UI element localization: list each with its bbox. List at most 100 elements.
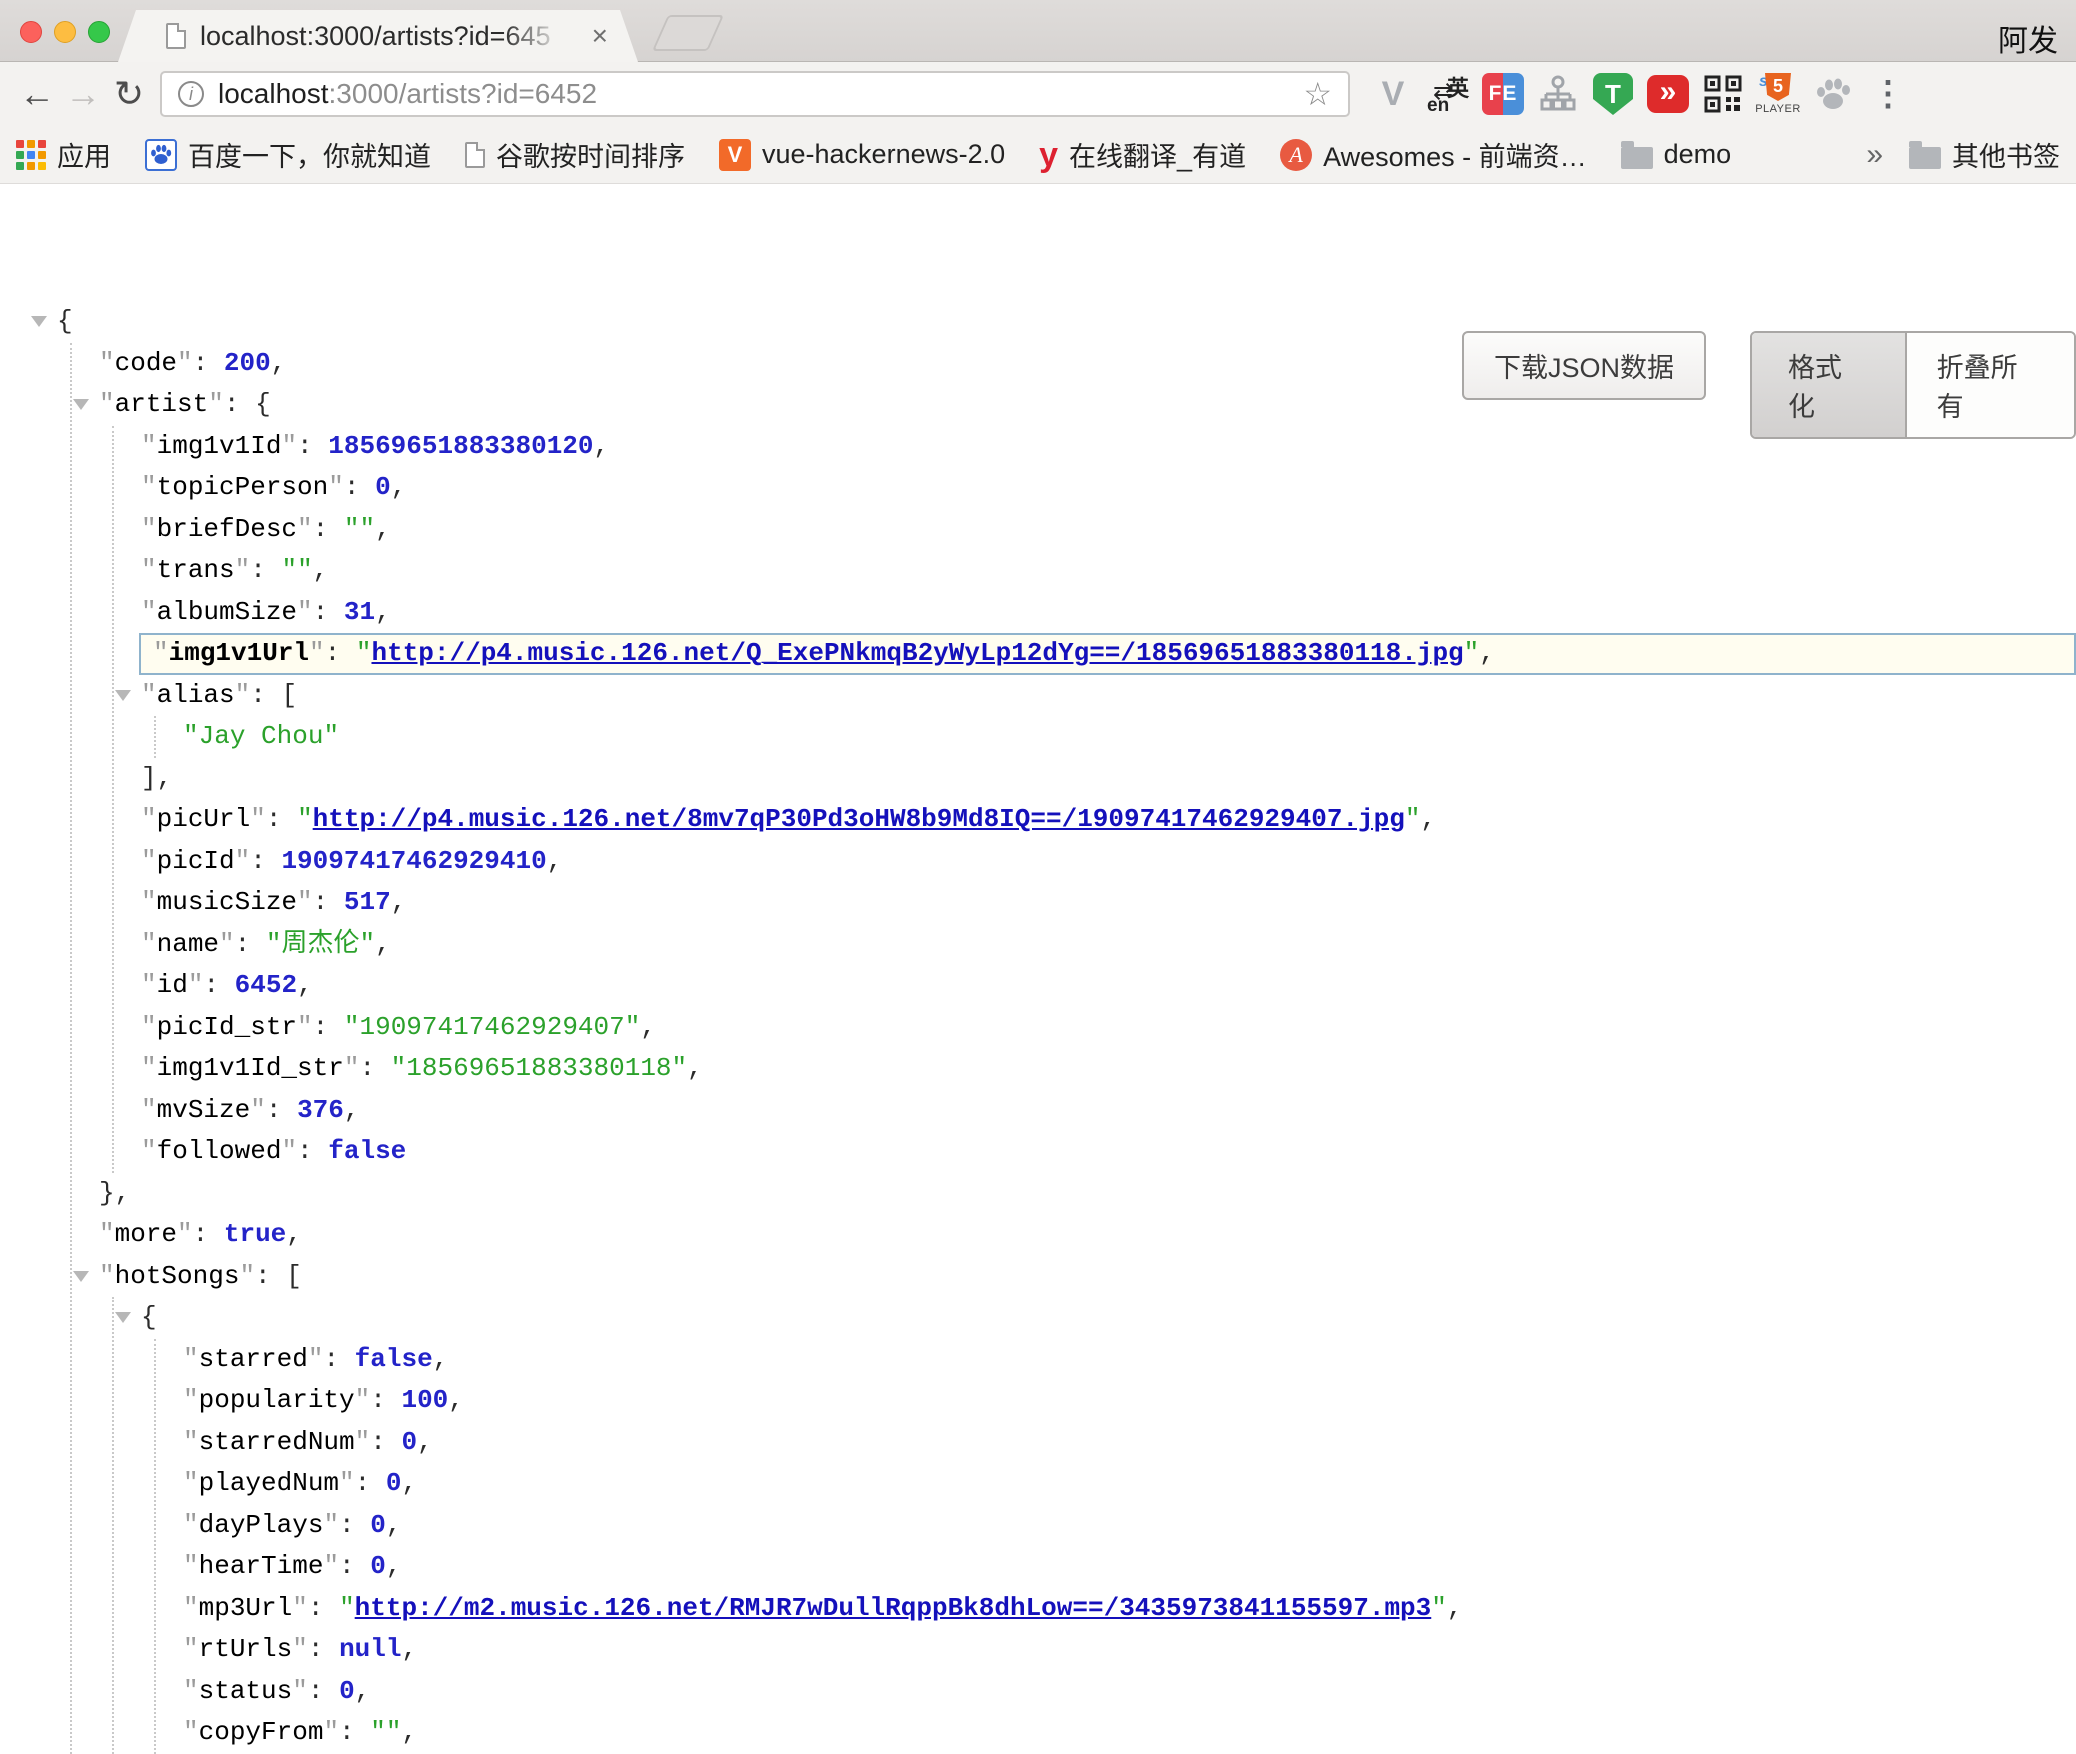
apps-grid-icon — [16, 140, 46, 170]
json-quote: " — [1405, 804, 1421, 834]
json-quote: " — [266, 929, 282, 959]
forward-button[interactable]: → — [60, 73, 106, 115]
collapse-toggle-icon[interactable] — [31, 316, 47, 327]
json-quote: " — [183, 721, 199, 751]
json-quote: " — [141, 929, 157, 959]
json-value-num: 18569651883380120 — [328, 431, 593, 461]
html5-player-icon[interactable]: s 5 PLAYER — [1755, 71, 1801, 117]
json-quote: " — [281, 1136, 297, 1166]
video-play-icon[interactable]: » — [1645, 71, 1691, 117]
json-quote: " — [141, 1136, 157, 1166]
bookmark-demo-folder[interactable]: demo — [1621, 139, 1732, 170]
new-tab-button[interactable] — [652, 15, 724, 51]
page-document-icon — [166, 23, 186, 49]
extension-icons: V 英 en ⇄ FE T » — [1370, 71, 1911, 117]
tab-close-icon[interactable]: × — [592, 22, 608, 50]
json-value-link[interactable]: http://m2.music.126.net/RMJR7wDullRqppBk… — [355, 1593, 1432, 1623]
json-value-link[interactable]: http://p4.music.126.net/8mv7qP30Pd3oHW8b… — [313, 804, 1405, 834]
json-value-num: 0 — [339, 1676, 355, 1706]
back-button[interactable]: ← — [14, 73, 60, 115]
url-text[interactable]: localhost:3000/artists?id=6452 — [218, 78, 597, 110]
json-colon: : — [250, 680, 281, 710]
bookmark-label: 百度一下，你就知道 — [188, 135, 431, 174]
bookmark-awesomes[interactable]: A Awesomes - 前端资… — [1280, 135, 1587, 174]
json-colon: : — [193, 1219, 224, 1249]
bookmarks-overflow-chevron[interactable]: » — [1866, 138, 1883, 172]
json-quote: " — [183, 1427, 199, 1457]
json-quote: " — [355, 1385, 371, 1415]
json-quote: " — [141, 680, 157, 710]
bookmark-youdao-translate[interactable]: y 在线翻译_有道 — [1039, 135, 1246, 174]
json-quote: " — [153, 638, 169, 668]
json-line: "trans": "", — [0, 550, 2076, 592]
vue-devtools-icon[interactable]: V — [1370, 71, 1416, 117]
address-bar[interactable]: i localhost:3000/artists?id=6452 ☆ — [160, 71, 1350, 117]
json-line: "starredNum": 0, — [0, 1422, 2076, 1464]
json-open-bracket: { — [57, 306, 73, 336]
json-quote: " — [292, 1634, 308, 1664]
sitemap-icon[interactable] — [1535, 71, 1581, 117]
collapse-toggle-icon[interactable] — [73, 1271, 89, 1282]
json-quote: " — [141, 1053, 157, 1083]
folder-icon — [1621, 147, 1653, 169]
json-value-link[interactable]: http://p4.music.126.net/Q_ExePNkmqB2yWyL… — [371, 638, 1463, 668]
json-key: picId — [157, 846, 235, 876]
reload-button[interactable]: ↻ — [106, 73, 152, 115]
json-line: "mp3Url": "http://m2.music.126.net/RMJR7… — [0, 1588, 2076, 1630]
qrcode-icon[interactable] — [1700, 71, 1746, 117]
bookmark-star-icon[interactable]: ☆ — [1303, 75, 1332, 113]
json-quote: " — [239, 1261, 255, 1291]
bookmark-label: 谷歌按时间排序 — [496, 135, 685, 174]
page-info-icon[interactable]: i — [178, 81, 204, 107]
json-open-bracket: [ — [281, 680, 297, 710]
json-key: topicPerson — [157, 472, 329, 502]
window-close-button[interactable] — [20, 21, 42, 43]
json-key: trans — [157, 555, 235, 585]
json-value-num: 517 — [344, 887, 391, 917]
bookmark-google-sort[interactable]: 谷歌按时间排序 — [465, 135, 685, 174]
collapse-toggle-icon[interactable] — [115, 690, 131, 701]
json-value-num: 200 — [224, 348, 271, 378]
json-comma: , — [1447, 1593, 1463, 1623]
json-comma: , — [286, 1219, 302, 1249]
json-line: "picUrl": "http://p4.music.126.net/8mv7q… — [0, 799, 2076, 841]
json-key: more — [115, 1219, 177, 1249]
json-quote: " — [141, 1095, 157, 1125]
json-line: "briefDesc": "", — [0, 509, 2076, 551]
json-quote: " — [323, 1510, 339, 1540]
json-value-num: 0 — [386, 1468, 402, 1498]
json-comma: , — [375, 929, 391, 959]
json-line: "dayPlays": 0, — [0, 1505, 2076, 1547]
json-key: img1v1Id_str — [157, 1053, 344, 1083]
json-key: code — [115, 348, 177, 378]
json-line: "picId_str": "19097417462929407", — [0, 1007, 2076, 1049]
window-zoom-button[interactable] — [88, 21, 110, 43]
browser-tab[interactable]: localhost:3000/artists?id=645 × — [118, 10, 638, 62]
json-colon: : — [359, 1053, 390, 1083]
folder-icon — [1909, 147, 1941, 169]
json-comma: , — [433, 1344, 449, 1374]
json-line: "albumSize": 31, — [0, 592, 2076, 634]
browser-menu-icon[interactable]: ⋮ — [1865, 71, 1911, 117]
json-quote: " — [292, 1593, 308, 1623]
bookmark-label: Awesomes - 前端资… — [1323, 135, 1587, 174]
translate-icon[interactable]: 英 en ⇄ — [1425, 71, 1471, 117]
shield-t-icon[interactable]: T — [1590, 71, 1636, 117]
bookmark-baidu[interactable]: 百度一下，你就知道 — [145, 135, 431, 174]
collapse-toggle-icon[interactable] — [73, 399, 89, 410]
fe-extension-icon[interactable]: FE — [1480, 71, 1526, 117]
json-colon: : — [235, 929, 266, 959]
json-quote: " — [339, 1593, 355, 1623]
json-quote: " — [323, 1551, 339, 1581]
window-minimize-button[interactable] — [54, 21, 76, 43]
json-comma: , — [386, 1510, 402, 1540]
bookmark-vue-hackernews[interactable]: V vue-hackernews-2.0 — [719, 139, 1005, 171]
json-colon: : — [266, 804, 297, 834]
paw-icon[interactable] — [1810, 71, 1856, 117]
bookmark-apps[interactable]: 应用 — [16, 135, 111, 174]
json-quote: " — [183, 1385, 199, 1415]
json-value-bool: false — [355, 1344, 433, 1374]
other-bookmarks-folder[interactable]: 其他书签 — [1909, 135, 2060, 174]
collapse-toggle-icon[interactable] — [115, 1312, 131, 1323]
json-key: img1v1Url — [169, 638, 309, 668]
